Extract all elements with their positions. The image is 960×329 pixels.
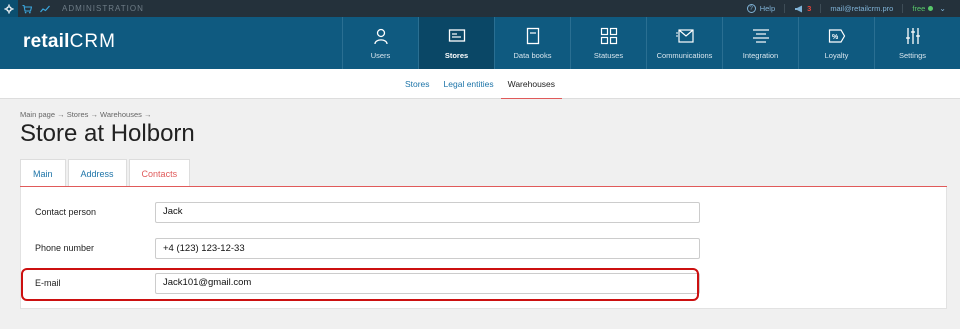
phone-label: Phone number: [35, 243, 95, 253]
plan-badge: free: [912, 4, 934, 13]
plan-label: free: [912, 4, 926, 13]
contacts-form: Contact person Jack Phone number +4 (123…: [20, 187, 947, 309]
logo-text-crm: CRM: [69, 31, 116, 52]
sliders-icon: [905, 27, 920, 44]
nav-item-users[interactable]: Users: [342, 17, 418, 69]
nav-item-stores[interactable]: Stores: [418, 17, 494, 69]
subnav-stores[interactable]: Stores: [398, 69, 437, 99]
divider: [784, 4, 786, 13]
contact-person-label: Contact person: [35, 207, 97, 217]
notifications-button[interactable]: 3: [794, 4, 811, 13]
divider: [820, 4, 822, 13]
breadcrumb[interactable]: Main page → Stores → Warehouses →: [20, 110, 151, 119]
store-icon: [448, 28, 465, 42]
subnav-warehouses[interactable]: Warehouses: [500, 69, 563, 99]
svg-text:%: %: [832, 34, 839, 41]
logo-text-retail: retail: [23, 31, 70, 52]
gear-icon[interactable]: [0, 0, 18, 17]
analytics-icon[interactable]: [36, 0, 54, 17]
tab-address[interactable]: Address: [67, 159, 127, 187]
nav-item-statuses[interactable]: Statuses: [570, 17, 646, 69]
mail-icon: [675, 28, 694, 43]
help-link[interactable]: ? Help: [746, 4, 776, 13]
email-row: E-mail Jack101@gmail.com: [21, 271, 721, 295]
page-title: Store at Holborn: [20, 120, 195, 147]
nav-item-loyalty[interactable]: % Loyalty: [798, 17, 874, 69]
nav-item-label: Statuses: [593, 50, 624, 60]
phone-input[interactable]: +4 (123) 123-12-33: [155, 237, 700, 259]
user-icon: [373, 28, 388, 44]
chevron-down-icon[interactable]: ⌄: [939, 4, 946, 13]
nav-item-label: Communications: [656, 50, 713, 60]
email-input[interactable]: Jack101@gmail.com: [155, 272, 700, 294]
nav-item-label: Users: [370, 50, 391, 60]
nav-item-communications[interactable]: Communications: [646, 17, 722, 69]
tab-bar: Main Address Contacts: [20, 159, 191, 188]
book-icon: [526, 27, 539, 44]
nav-item-label: Stores: [444, 50, 469, 60]
cart-icon[interactable]: [18, 0, 36, 17]
nav-item-integration[interactable]: Integration: [722, 17, 798, 69]
contact-person-input[interactable]: Jack: [155, 201, 700, 223]
admin-label: ADMINISTRATION: [62, 4, 144, 13]
help-icon: ?: [746, 4, 756, 13]
admin-topbar: ADMINISTRATION ? Help 3 mail@retailcrm.p…: [0, 0, 960, 17]
logo[interactable]: retail CRM: [23, 31, 116, 53]
status-dot-icon: [928, 6, 934, 11]
nav-item-label: Integration: [742, 50, 779, 60]
sub-navigation: Stores Legal entities Warehouses: [0, 69, 960, 99]
megaphone-icon: [795, 5, 803, 12]
tab-contacts[interactable]: Contacts: [128, 159, 191, 188]
help-label: Help: [759, 4, 776, 13]
main-navbar: retail CRM Users Stores Data books Statu…: [0, 17, 960, 69]
grid-icon: [600, 27, 617, 44]
nav-item-settings[interactable]: Settings: [874, 17, 950, 69]
nav-item-data-books[interactable]: Data books: [494, 17, 570, 69]
tab-main[interactable]: Main: [20, 159, 66, 187]
nav-item-label: Settings: [898, 50, 927, 60]
percent-icon: %: [828, 28, 845, 43]
subnav-legal-entities[interactable]: Legal entities: [437, 69, 501, 99]
account-email[interactable]: mail@retailcrm.pro: [830, 4, 893, 13]
nav-item-label: Data books: [513, 50, 552, 60]
email-label: E-mail: [35, 278, 61, 288]
nav-item-label: Loyalty: [824, 50, 849, 60]
contact-person-row: Contact person Jack: [21, 200, 721, 224]
integration-icon: [752, 28, 769, 43]
notifications-count: 3: [807, 4, 812, 13]
phone-row: Phone number +4 (123) 123-12-33: [21, 236, 721, 260]
divider: [902, 4, 904, 13]
